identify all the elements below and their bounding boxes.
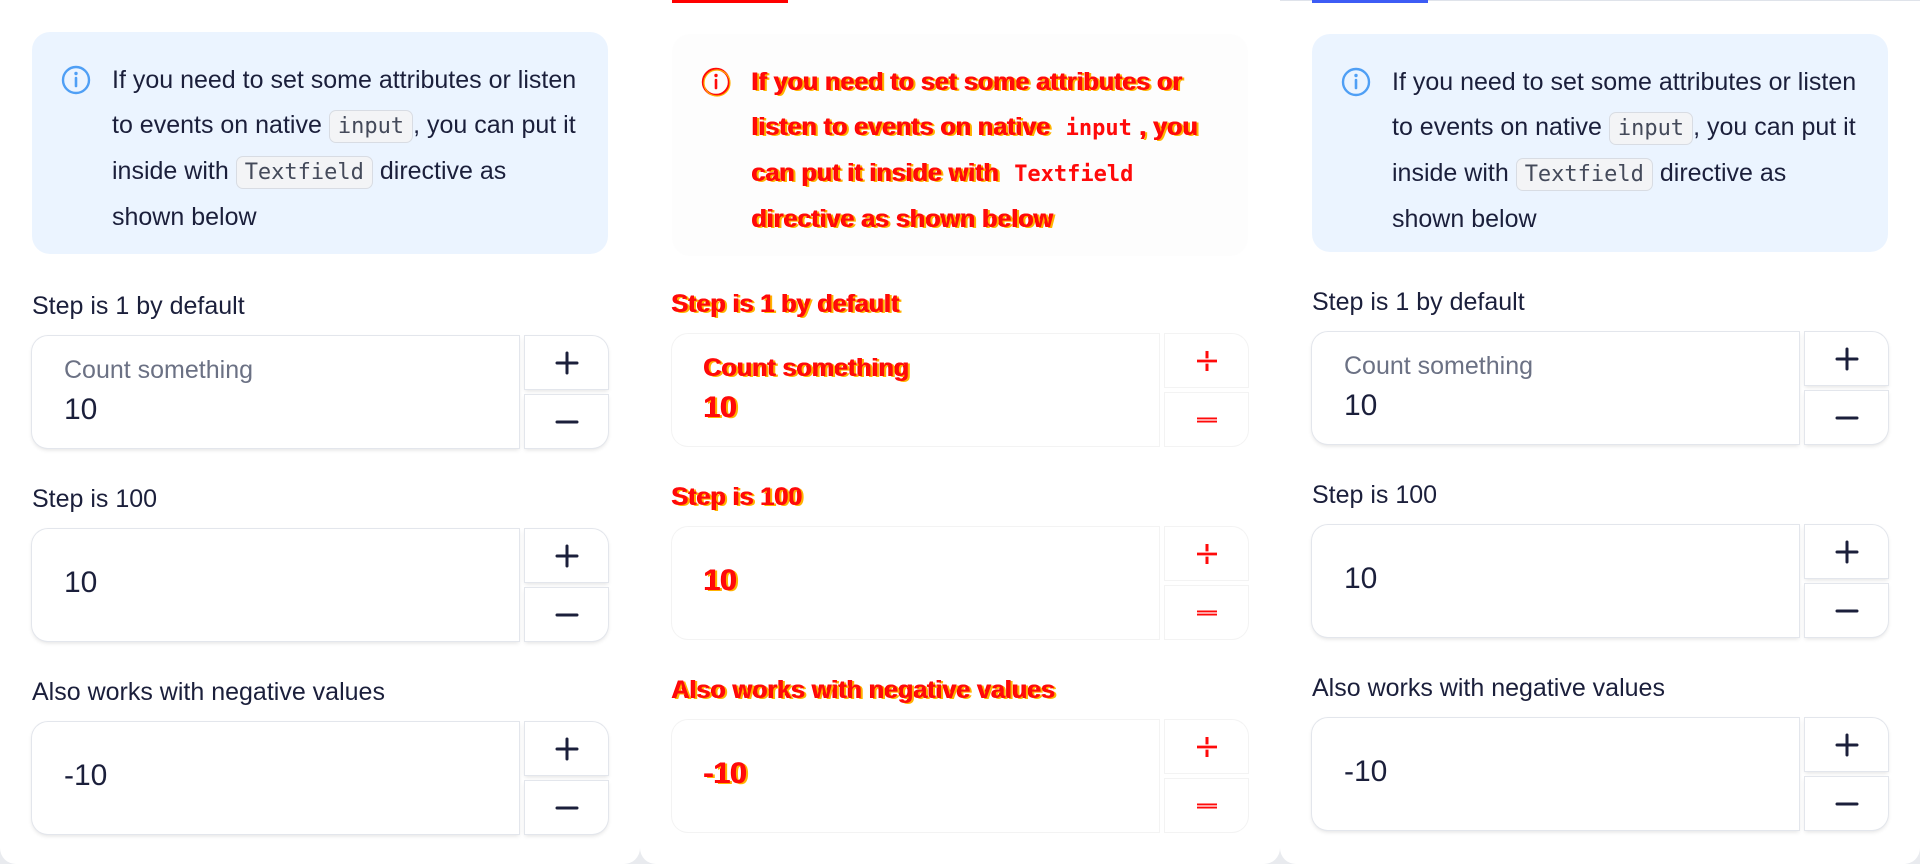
plus-icon xyxy=(1835,540,1858,563)
increment-button[interactable] xyxy=(1805,525,1888,578)
decrement-button[interactable] xyxy=(1805,777,1888,830)
code-input: input xyxy=(328,110,414,143)
count-input[interactable]: -10 xyxy=(672,720,1159,832)
count-input[interactable]: Count something 10 xyxy=(672,334,1159,446)
input-placeholder: Count something xyxy=(64,356,254,384)
input-value: 10 xyxy=(64,566,98,599)
info-callout: If you need to set some attributes or li… xyxy=(1312,34,1888,252)
info-callout: If you need to set some attributes or li… xyxy=(32,32,608,254)
increment-button[interactable] xyxy=(1165,334,1248,387)
info-icon xyxy=(1341,67,1371,97)
active-tab-indicator xyxy=(1312,0,1428,3)
increment-button[interactable] xyxy=(1165,527,1248,580)
decrement-button[interactable] xyxy=(525,588,608,641)
increment-button[interactable] xyxy=(1805,718,1888,771)
increment-button[interactable] xyxy=(525,722,608,775)
callout-text: directive as shown below xyxy=(752,205,1054,233)
decrement-button[interactable] xyxy=(1165,393,1248,446)
input-placeholder: Count something xyxy=(704,354,910,382)
increment-button[interactable] xyxy=(525,336,608,389)
panel-right: If you need to set some attributes or li… xyxy=(1280,0,1920,864)
stepper-default: Count something 10 xyxy=(1312,332,1888,444)
minus-icon xyxy=(555,420,578,423)
info-icon xyxy=(61,65,91,95)
decrement-button[interactable] xyxy=(1165,586,1248,639)
count-input[interactable]: 10 xyxy=(1312,525,1799,637)
stepper-label: Step is 1 by default xyxy=(672,290,900,318)
plus-icon xyxy=(1196,350,1217,371)
minus-icon xyxy=(1835,609,1858,612)
input-value: 10 xyxy=(704,391,738,424)
plus-icon xyxy=(555,544,578,567)
code-input: input xyxy=(1608,112,1694,145)
plus-icon xyxy=(1196,736,1217,757)
count-input[interactable]: Count something 10 xyxy=(1312,332,1799,444)
stepper-label: Step is 1 by default xyxy=(32,292,245,320)
decrement-button[interactable] xyxy=(1165,779,1248,832)
input-value: 10 xyxy=(1344,389,1378,422)
decrement-button[interactable] xyxy=(525,395,608,448)
stepper-negative: -10 xyxy=(672,720,1248,832)
stepper-step-100: 10 xyxy=(672,527,1248,639)
plus-icon xyxy=(555,737,578,760)
decrement-button[interactable] xyxy=(525,781,608,834)
stepper-label: Step is 100 xyxy=(32,485,158,513)
input-value: 10 xyxy=(64,393,98,426)
stepper-default: Count something 10 xyxy=(672,334,1248,446)
stepper-step-100: 10 xyxy=(32,529,608,641)
active-tab-indicator xyxy=(672,0,788,3)
stepper-label: Step is 100 xyxy=(672,483,803,511)
minus-icon xyxy=(555,613,578,616)
code-textfield: Textfield xyxy=(1515,158,1653,191)
decrement-button[interactable] xyxy=(1805,391,1888,444)
increment-button[interactable] xyxy=(1165,720,1248,773)
stepper-negative: -10 xyxy=(32,722,608,834)
code-input: input xyxy=(1065,116,1132,141)
increment-button[interactable] xyxy=(1805,332,1888,385)
minus-icon xyxy=(1196,417,1217,422)
plus-icon xyxy=(1196,543,1217,564)
input-value: 10 xyxy=(1344,562,1378,595)
minus-icon xyxy=(1196,610,1217,615)
count-input[interactable]: -10 xyxy=(1312,718,1799,830)
count-input[interactable]: Count something 10 xyxy=(32,336,519,448)
stepper-label: Step is 1 by default xyxy=(1312,288,1525,316)
stepper-label: Also works with negative values xyxy=(1312,674,1665,702)
stepper-step-100: 10 xyxy=(1312,525,1888,637)
code-textfield: Textfield xyxy=(235,156,373,189)
plus-icon xyxy=(555,351,578,374)
info-callout: If you need to set some attributes or li… xyxy=(672,34,1248,256)
minus-icon xyxy=(1835,802,1858,805)
input-value: -10 xyxy=(1344,755,1388,788)
plus-icon xyxy=(1835,733,1858,756)
input-placeholder: Count something xyxy=(1344,352,1534,380)
increment-button[interactable] xyxy=(525,529,608,582)
minus-icon xyxy=(1835,416,1858,419)
input-value: 10 xyxy=(704,564,738,597)
stepper-label: Also works with negative values xyxy=(32,678,385,706)
stepper-default: Count something 10 xyxy=(32,336,608,448)
panel-left: If you need to set some attributes or li… xyxy=(0,0,640,864)
code-textfield: Textfield xyxy=(1014,162,1134,187)
stepper-label: Also works with negative values xyxy=(672,676,1056,704)
minus-icon xyxy=(1196,803,1217,808)
stepper-negative: -10 xyxy=(1312,718,1888,830)
info-icon xyxy=(701,67,731,97)
stepper-label: Step is 100 xyxy=(1312,481,1438,509)
panel-diff: If you need to set some attributes or li… xyxy=(640,0,1280,864)
input-value: -10 xyxy=(64,759,108,792)
count-input[interactable]: 10 xyxy=(672,527,1159,639)
decrement-button[interactable] xyxy=(1805,584,1888,637)
input-value: -10 xyxy=(704,757,748,790)
minus-icon xyxy=(555,806,578,809)
plus-icon xyxy=(1835,347,1858,370)
count-input[interactable]: 10 xyxy=(32,529,519,641)
count-input[interactable]: -10 xyxy=(32,722,519,834)
